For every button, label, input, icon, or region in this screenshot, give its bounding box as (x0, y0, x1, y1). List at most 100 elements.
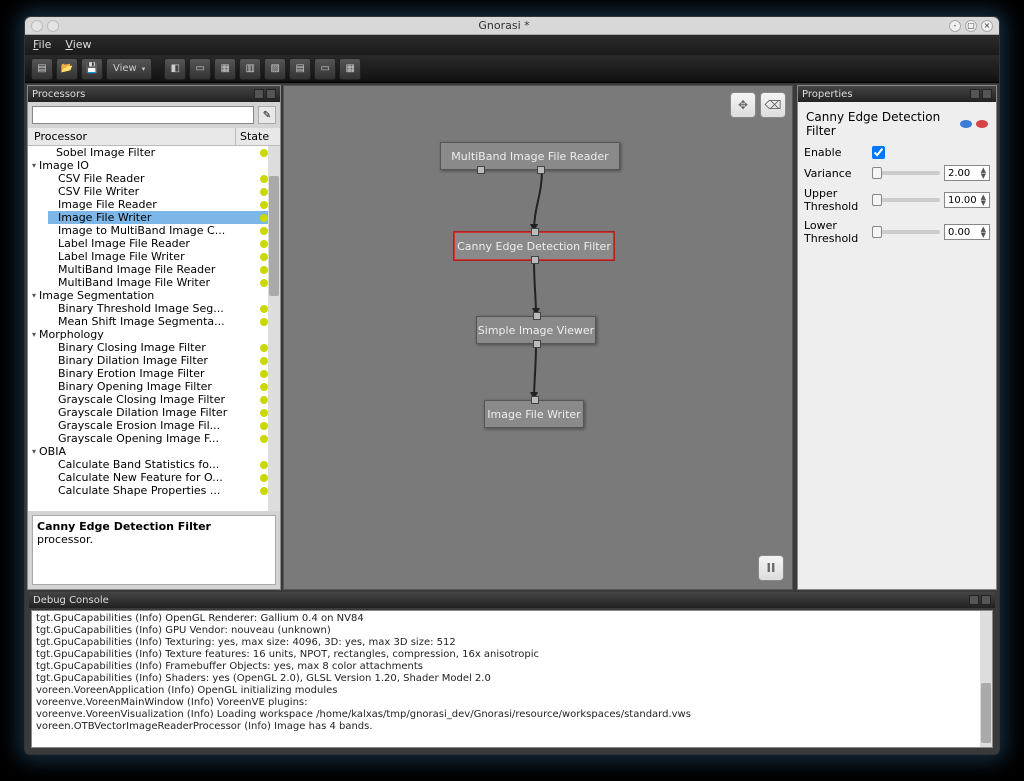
processors-panel: Processors ✎ Processor State Sobel Image… (27, 85, 281, 590)
property-spinbox[interactable]: 0.00▲▼ (944, 224, 990, 240)
tree-item[interactable]: Image to MultiBand Image C... (48, 224, 268, 237)
undock-icon[interactable] (970, 89, 980, 99)
property-spinbox[interactable]: 10.00▲▼ (944, 192, 990, 208)
description-title: Canny Edge Detection Filter (37, 520, 211, 533)
tree-item[interactable]: Binary Threshold Image Seg... (48, 302, 268, 315)
node-port[interactable] (537, 166, 545, 174)
property-spinbox[interactable]: 2.00▲▼ (944, 165, 990, 181)
close-panel-icon[interactable] (981, 595, 991, 605)
property-label: Lower Threshold (804, 219, 868, 245)
toolbar-new-icon[interactable]: ▤ (31, 58, 53, 80)
pan-icon[interactable]: ✥ (730, 92, 756, 118)
property-row: Enable (804, 146, 990, 159)
pause-button[interactable]: II (758, 555, 784, 581)
minimize-button[interactable]: ‐ (949, 20, 961, 32)
eraser-icon[interactable]: ⌫ (760, 92, 786, 118)
tree-item[interactable]: Grayscale Closing Image Filter (48, 393, 268, 406)
tree-group[interactable]: Image IO (32, 159, 268, 172)
processor-tree[interactable]: Sobel Image FilterImage IOCSV File Reade… (28, 146, 268, 511)
console-title: Debug Console (33, 595, 109, 606)
property-checkbox[interactable] (872, 146, 885, 159)
node-port[interactable] (533, 340, 541, 348)
console-output[interactable]: tgt.GpuCapabilities (Info) OpenGL Render… (31, 610, 993, 748)
graph-node[interactable]: MultiBand Image File Reader (440, 142, 620, 170)
toolbar-btn[interactable]: ▦ (339, 58, 361, 80)
tree-item[interactable]: MultiBand Image File Writer (48, 276, 268, 289)
undock-icon[interactable] (254, 89, 264, 99)
tree-item[interactable]: Calculate Shape Properties ... (48, 484, 268, 497)
filter-icon[interactable]: ✎ (258, 106, 276, 124)
tree-item[interactable]: Grayscale Opening Image F... (48, 432, 268, 445)
property-row: Upper Threshold 10.00▲▼ (804, 187, 990, 213)
toolbar-view-button[interactable]: View▾ (106, 58, 152, 80)
console-line: voreenve.VoreenMainWindow (Info) VoreenV… (36, 697, 988, 709)
graph-node[interactable]: Simple Image Viewer (476, 316, 596, 344)
tree-item[interactable]: Calculate Band Statistics fo... (48, 458, 268, 471)
toolbar-btn[interactable]: ▦ (214, 58, 236, 80)
toolbar-btn[interactable]: ▨ (264, 58, 286, 80)
toolbar-open-icon[interactable]: 📂 (56, 58, 78, 80)
processor-search-input[interactable] (32, 106, 254, 124)
tree-item[interactable]: CSV File Writer (48, 185, 268, 198)
tree-item[interactable]: Grayscale Dilation Image Filter (48, 406, 268, 419)
tree-group[interactable]: Image Segmentation (32, 289, 268, 302)
eye-icon[interactable] (960, 120, 972, 128)
tree-group[interactable]: Morphology (32, 328, 268, 341)
tree-item[interactable]: MultiBand Image File Reader (48, 263, 268, 276)
maximize-button[interactable]: ▢ (965, 20, 977, 32)
toolbar-btn[interactable]: ◧ (164, 58, 186, 80)
close-panel-icon[interactable] (982, 89, 992, 99)
menu-view[interactable]: View (65, 38, 91, 52)
tree-item[interactable]: Mean Shift Image Segmenta... (48, 315, 268, 328)
node-port[interactable] (531, 396, 539, 404)
tree-item[interactable]: Binary Erotion Image Filter (48, 367, 268, 380)
processors-title: Processors (32, 89, 85, 100)
tree-item[interactable]: Binary Opening Image Filter (48, 380, 268, 393)
tree-scrollbar[interactable] (268, 146, 280, 511)
tree-item[interactable]: CSV File Reader (48, 172, 268, 185)
tree-item[interactable]: Calculate New Feature for O... (48, 471, 268, 484)
graph-node[interactable]: Image File Writer (484, 400, 584, 428)
node-port[interactable] (477, 166, 485, 174)
toolbar-btn[interactable]: ▥ (239, 58, 261, 80)
tree-item[interactable]: Binary Dilation Image Filter (48, 354, 268, 367)
undock-icon[interactable] (969, 595, 979, 605)
tree-item[interactable]: Binary Closing Image Filter (48, 341, 268, 354)
tree-group[interactable]: OBIA (32, 445, 268, 458)
menu-file[interactable]: File (33, 38, 51, 52)
tree-item[interactable]: Image File Writer (48, 211, 268, 224)
node-port[interactable] (533, 312, 541, 320)
toolbar-save-icon[interactable]: 💾 (81, 58, 103, 80)
toolbar: ▤ 📂 💾 View▾ ◧ ▭ ▦ ▥ ▨ ▤ ▭ ▦ (25, 55, 999, 83)
toolbar-btn[interactable]: ▭ (189, 58, 211, 80)
property-slider[interactable] (872, 198, 940, 202)
toolbar-btn[interactable]: ▭ (314, 58, 336, 80)
tree-header-processor[interactable]: Processor (28, 128, 236, 145)
close-button[interactable]: × (981, 20, 993, 32)
tree-item[interactable]: Sobel Image Filter (32, 146, 268, 159)
tree-item[interactable]: Grayscale Erosion Image Fil... (48, 419, 268, 432)
graph-canvas[interactable]: ✥ ⌫ II MultiBand Image File Reader Canny … (283, 85, 793, 590)
console-line: tgt.GpuCapabilities (Info) Texture featu… (36, 649, 988, 661)
close-panel-icon[interactable] (266, 89, 276, 99)
console-line: voreenve.VoreenVisualization (Info) Load… (36, 709, 988, 721)
tree-header-state[interactable]: State (236, 128, 280, 145)
property-slider[interactable] (872, 171, 940, 175)
titlebar: Gnorasi * ‐ ▢ × (25, 17, 999, 35)
property-row: Lower Threshold 0.00▲▼ (804, 219, 990, 245)
tree-item[interactable]: Image File Reader (48, 198, 268, 211)
console-scrollbar[interactable] (980, 611, 992, 747)
properties-title: Properties (802, 89, 853, 100)
property-slider[interactable] (872, 230, 940, 234)
node-port[interactable] (531, 256, 539, 264)
description-body: processor. (37, 533, 93, 546)
sys-icon (31, 20, 43, 32)
property-label: Upper Threshold (804, 187, 868, 213)
tree-item[interactable]: Label Image File Writer (48, 250, 268, 263)
eye-icon[interactable] (976, 120, 988, 128)
graph-node[interactable]: Canny Edge Detection Filter (454, 232, 614, 260)
tree-item[interactable]: Label Image File Reader (48, 237, 268, 250)
toolbar-btn[interactable]: ▤ (289, 58, 311, 80)
property-row: Variance2.00▲▼ (804, 165, 990, 181)
node-port[interactable] (531, 228, 539, 236)
